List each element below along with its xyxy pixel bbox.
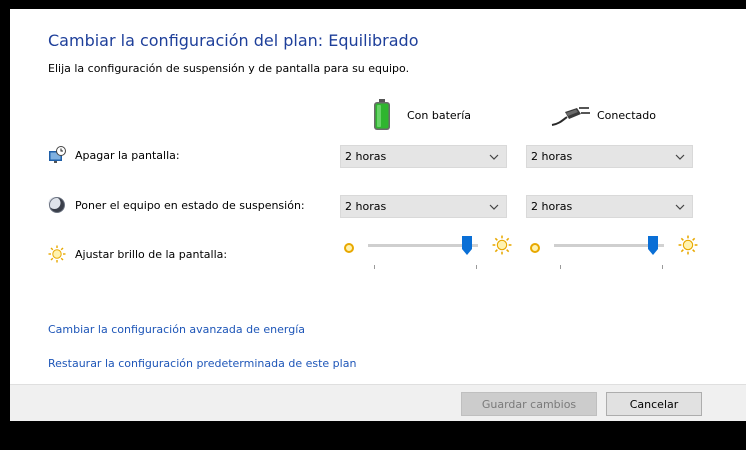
brightness-plugged-slider[interactable]: [554, 236, 664, 269]
sun-dim-icon: [343, 239, 355, 253]
brightness-plugged-slider-group: [529, 235, 699, 269]
sun-brightness-icon: [48, 245, 66, 263]
display-off-plugged-select[interactable]: 2 horas: [526, 145, 693, 168]
chevron-down-icon: [489, 154, 499, 160]
sun-dim-icon: [529, 239, 541, 253]
display-off-battery-select[interactable]: 2 horas: [340, 145, 507, 168]
chevron-down-icon: [489, 204, 499, 210]
brightness-battery-slider-group: [343, 235, 513, 269]
battery-icon: [373, 99, 391, 131]
chevron-down-icon: [675, 204, 685, 210]
column-label-battery: Con batería: [407, 108, 472, 122]
save-changes-button[interactable]: Guardar cambios: [461, 392, 597, 416]
column-label-plugged: Conectado: [597, 108, 656, 122]
column-header-battery: Con batería: [373, 97, 471, 133]
brightness-plugged-fill: [554, 244, 653, 247]
sleep-label: Poner el equipo en estado de suspensión:: [75, 199, 305, 212]
slider-tick: [662, 265, 663, 269]
display-off-battery-value: 2 horas: [345, 150, 387, 163]
display-off-plugged-value: 2 horas: [531, 150, 573, 163]
sun-bright-icon: [678, 235, 698, 255]
brightness-battery-fill: [368, 244, 467, 247]
page-title: Cambiar la configuración del plan: Equil…: [48, 31, 419, 50]
slider-tick: [374, 265, 375, 269]
advanced-power-settings-link[interactable]: Cambiar la configuración avanzada de ene…: [48, 323, 305, 336]
brightness-battery-slider[interactable]: [368, 236, 478, 269]
moon-sleep-icon: [48, 196, 66, 214]
sleep-plugged-select[interactable]: 2 horas: [526, 195, 693, 218]
power-plug-icon: [551, 103, 591, 127]
cancel-button[interactable]: Cancelar: [606, 392, 702, 416]
brightness-battery-thumb[interactable]: [461, 236, 473, 256]
slider-tick: [560, 265, 561, 269]
page-subtitle: Elija la configuración de suspensión y d…: [48, 62, 410, 75]
sleep-battery-value: 2 horas: [345, 200, 387, 213]
slider-tick: [476, 265, 477, 269]
restore-defaults-link[interactable]: Restaurar la configuración predeterminad…: [48, 357, 356, 370]
display-off-label: Apagar la pantalla:: [75, 149, 180, 162]
sleep-plugged-value: 2 horas: [531, 200, 573, 213]
column-header-plugged: Conectado: [551, 97, 656, 133]
sleep-battery-select[interactable]: 2 horas: [340, 195, 507, 218]
brightness-label: Ajustar brillo de la pantalla:: [75, 248, 228, 261]
power-plan-settings-window: Cambiar la configuración del plan: Equil…: [10, 9, 746, 421]
sun-bright-icon: [492, 235, 512, 255]
chevron-down-icon: [675, 154, 685, 160]
monitor-clock-icon: [48, 146, 66, 164]
brightness-plugged-thumb[interactable]: [647, 236, 659, 256]
